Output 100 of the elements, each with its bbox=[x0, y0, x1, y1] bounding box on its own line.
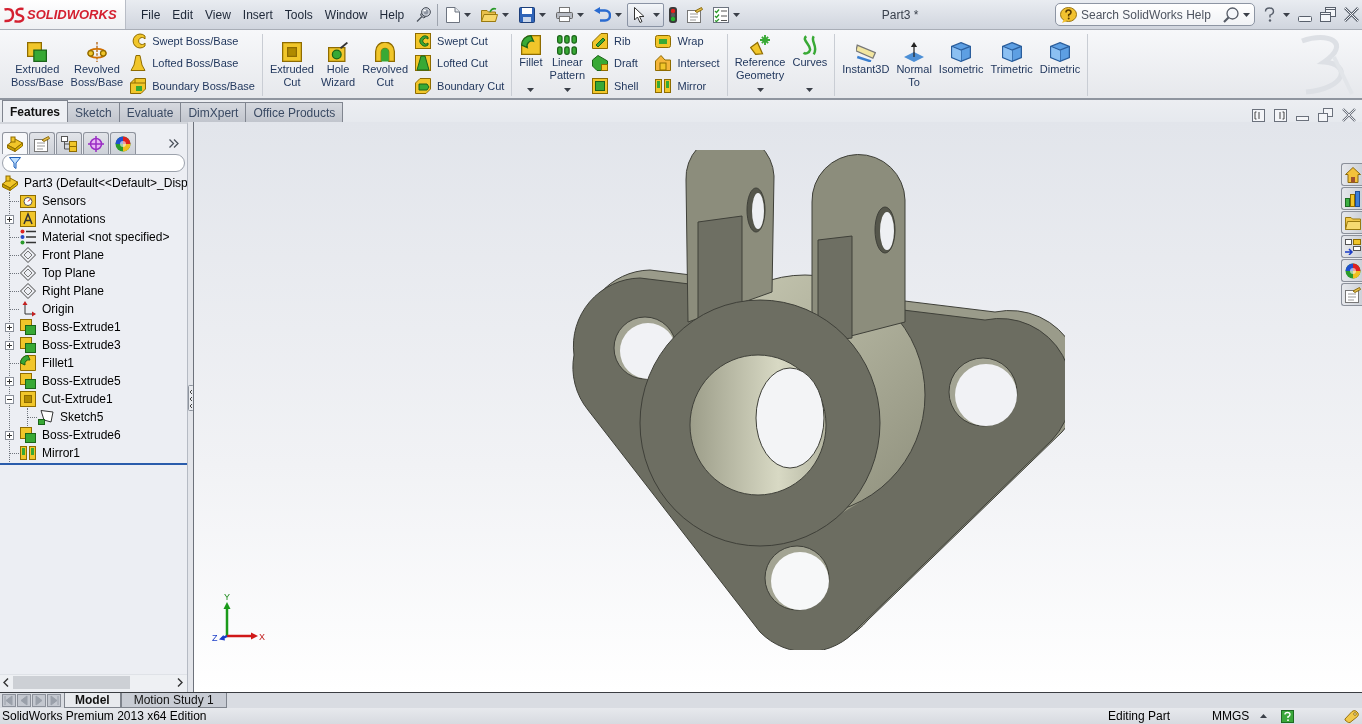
ribbon-button[interactable]: Dimetric bbox=[1036, 34, 1084, 96]
caret-up-icon[interactable] bbox=[1260, 714, 1267, 718]
task-pane-tab[interactable] bbox=[1341, 259, 1362, 282]
close-icon[interactable] bbox=[1344, 7, 1359, 22]
help-icon[interactable] bbox=[1281, 709, 1294, 723]
menu-item[interactable]: Tools bbox=[278, 3, 319, 26]
feature-tree-item[interactable]: Front Plane bbox=[40, 248, 107, 262]
search-icon[interactable] bbox=[1223, 6, 1239, 23]
feature-tree-item[interactable]: Fillet1 bbox=[40, 356, 76, 370]
expand-icon[interactable] bbox=[5, 214, 14, 224]
ribbon-button[interactable]: Extruded Cut bbox=[266, 34, 317, 96]
tab[interactable]: Features bbox=[2, 100, 69, 122]
caret-icon[interactable] bbox=[1283, 12, 1290, 17]
ribbon-button[interactable]: Revolved Cut bbox=[359, 34, 412, 96]
panel-tab[interactable] bbox=[83, 132, 109, 154]
minimize-icon[interactable] bbox=[1298, 15, 1312, 22]
menu-item[interactable]: File bbox=[135, 3, 167, 26]
tab[interactable]: Model bbox=[64, 693, 121, 708]
panel-tab[interactable] bbox=[29, 132, 55, 154]
task-pane-tab[interactable] bbox=[1341, 235, 1362, 258]
ribbon-button[interactable]: Normal To bbox=[893, 34, 935, 96]
feature-tree-item[interactable]: Boss-Extrude5 bbox=[40, 374, 123, 388]
minimize-icon[interactable] bbox=[1296, 115, 1309, 121]
feature-tree-item[interactable]: Boss-Extrude6 bbox=[40, 428, 123, 442]
tag-icon[interactable] bbox=[1344, 709, 1359, 723]
feature-tree-item[interactable]: Material <not specified> bbox=[40, 230, 172, 244]
expand-icon[interactable] bbox=[5, 376, 14, 386]
panel-tab[interactable] bbox=[2, 132, 28, 154]
menu-item[interactable]: View bbox=[199, 3, 237, 26]
feature-tree-item[interactable]: Mirror1 bbox=[40, 446, 82, 460]
ribbon-button[interactable]: Draft bbox=[589, 53, 642, 74]
ribbon-button[interactable]: Trimetric bbox=[987, 34, 1036, 96]
expand-icon[interactable] bbox=[5, 340, 14, 350]
ribbon-button[interactable]: Shell bbox=[589, 75, 642, 96]
task-pane-tab[interactable] bbox=[1341, 187, 1362, 210]
ribbon-button[interactable]: Isometric bbox=[935, 34, 987, 96]
ribbon-button[interactable]: Boundary Cut bbox=[412, 75, 508, 96]
feature-tree-item[interactable]: Annotations bbox=[40, 212, 108, 226]
ribbon-button[interactable]: Lofted Boss/Base bbox=[127, 53, 258, 74]
ribbon-button[interactable]: Swept Cut bbox=[412, 31, 508, 52]
fillet-icon bbox=[520, 35, 541, 55]
toolbar-button[interactable] bbox=[627, 2, 665, 27]
tab[interactable]: Motion Study 1 bbox=[120, 693, 227, 708]
ribbon-button[interactable]: Linear Pattern bbox=[546, 34, 588, 96]
collapse-icon[interactable] bbox=[5, 394, 14, 404]
tab[interactable]: Sketch bbox=[68, 102, 120, 122]
horizontal-scrollbar[interactable] bbox=[0, 674, 187, 690]
ribbon-button[interactable]: Wrap bbox=[652, 31, 723, 52]
menu-item[interactable]: Insert bbox=[236, 3, 279, 26]
ribbon-button[interactable]: Rib bbox=[589, 31, 642, 52]
ribbon-button[interactable]: Lofted Cut bbox=[412, 53, 508, 74]
tab[interactable]: DimXpert bbox=[181, 102, 247, 122]
ribbon-button[interactable]: Boundary Boss/Base bbox=[127, 75, 258, 96]
tile-right-icon[interactable] bbox=[1274, 108, 1287, 122]
restore-icon[interactable] bbox=[1320, 7, 1336, 22]
expand-icon[interactable] bbox=[5, 322, 14, 332]
panel-tab[interactable] bbox=[56, 132, 82, 154]
ribbon-button[interactable]: Curves bbox=[789, 34, 831, 96]
task-pane-tab[interactable] bbox=[1341, 163, 1362, 186]
menu-item[interactable]: Help bbox=[373, 3, 411, 26]
feature-tree-item[interactable]: Boss-Extrude1 bbox=[40, 320, 123, 334]
ribbon-button[interactable]: Hole Wizard bbox=[317, 34, 359, 96]
ribbon-button[interactable]: Instant3D bbox=[839, 34, 893, 96]
ribbon-button[interactable]: Fillet bbox=[516, 34, 546, 96]
tile-left-icon[interactable] bbox=[1252, 108, 1265, 122]
tab[interactable]: Evaluate bbox=[119, 102, 182, 122]
chevron-left-icon[interactable] bbox=[3, 678, 9, 687]
feature-tree-item[interactable]: Cut-Extrude1 bbox=[40, 392, 115, 406]
ribbon-button[interactable]: Extruded Boss/Base bbox=[8, 34, 67, 96]
task-pane-tab[interactable] bbox=[1341, 211, 1362, 234]
panel-tab[interactable] bbox=[110, 132, 136, 154]
pushpin-icon[interactable] bbox=[416, 7, 432, 22]
help-icon[interactable] bbox=[1264, 7, 1275, 22]
restore-icon[interactable] bbox=[1318, 108, 1333, 122]
ribbon-button[interactable]: Reference Geometry bbox=[731, 34, 789, 96]
scroll-thumb[interactable] bbox=[13, 676, 130, 689]
ribbon-button[interactable]: Revolved Boss/Base bbox=[67, 34, 127, 96]
ribbon-button[interactable]: Intersect bbox=[652, 53, 723, 74]
axis-label: Y bbox=[224, 592, 230, 602]
menu-item[interactable]: Edit bbox=[166, 3, 200, 26]
close-icon[interactable] bbox=[1342, 108, 1356, 122]
feature-tree-item[interactable]: Part3 (Default<<Default>_Disp bbox=[22, 176, 187, 190]
filter-field[interactable] bbox=[2, 154, 185, 172]
feature-tree-item[interactable]: Origin bbox=[40, 302, 76, 316]
task-pane-tab[interactable] bbox=[1341, 283, 1362, 306]
ribbon-button[interactable]: Mirror bbox=[652, 75, 723, 96]
chevron-right-icon[interactable] bbox=[177, 678, 183, 687]
feature-tree-item[interactable]: Sensors bbox=[40, 194, 89, 208]
feature-tree-item[interactable]: Boss-Extrude3 bbox=[40, 338, 123, 352]
feature-tree-item[interactable]: Sketch5 bbox=[58, 410, 106, 424]
ribbon-button[interactable]: Swept Boss/Base bbox=[127, 31, 258, 52]
tab[interactable]: Office Products bbox=[246, 102, 344, 122]
caret-icon[interactable] bbox=[1243, 12, 1250, 17]
feature-tree-item[interactable]: Right Plane bbox=[40, 284, 107, 298]
expand-icon[interactable] bbox=[5, 430, 14, 440]
feature-tree-item[interactable]: Top Plane bbox=[40, 266, 98, 280]
ruler-icon bbox=[855, 42, 876, 62]
search-field[interactable]: Search SolidWorks Help bbox=[1055, 3, 1255, 26]
menu-item[interactable]: Window bbox=[318, 3, 374, 26]
double-chevron-icon[interactable] bbox=[169, 138, 179, 148]
